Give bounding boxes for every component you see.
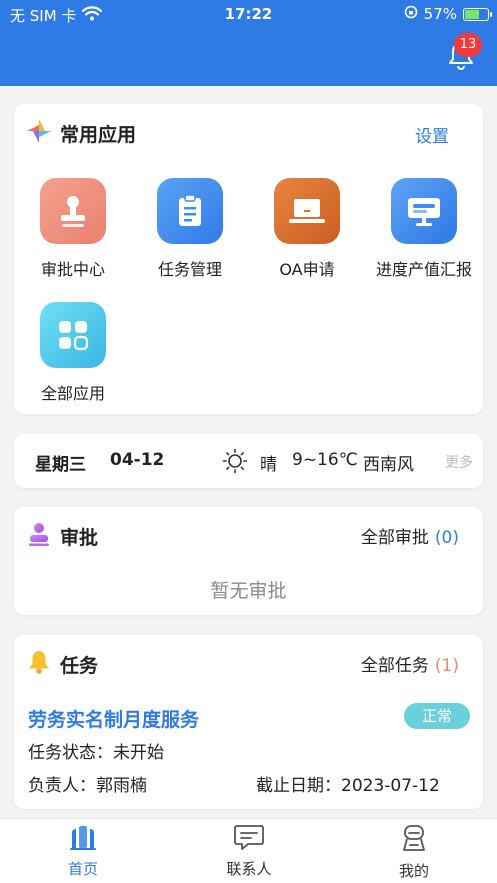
tab-label: 首页 xyxy=(67,860,98,878)
battery-icon xyxy=(463,7,492,21)
tab-label: 联系人 xyxy=(226,860,272,878)
building-icon xyxy=(68,826,98,855)
stamp-icon xyxy=(40,178,106,244)
weather-more-link[interactable]: 更多 xyxy=(445,452,473,472)
task-state-badge: 正常 xyxy=(404,703,470,729)
all-tasks-label: 全部任务 xyxy=(360,656,429,676)
app-task-management[interactable]: 任务管理 xyxy=(131,178,249,280)
grid-icon xyxy=(40,302,106,368)
notification-badge: 13 xyxy=(454,33,482,57)
weekday-text: 星期三 xyxy=(35,455,86,475)
sun-icon xyxy=(222,448,248,478)
approval-card: 审批 全部审批 (0) 暂无审批 xyxy=(14,507,483,615)
clipboard-icon xyxy=(157,178,223,244)
common-apps-card: 常用应用 设置 审批中心 任务管理 OA申请 进度产值汇报 全部应用 xyxy=(14,104,483,414)
robot-icon xyxy=(399,825,429,857)
tab-contacts[interactable]: 联系人 xyxy=(189,823,309,879)
bottom-tab-bar: 首页 联系人 我的 xyxy=(0,818,497,883)
approval-count: (0) xyxy=(434,528,459,548)
tab-home[interactable]: 首页 xyxy=(23,823,143,879)
app-progress-report[interactable]: 进度产值汇报 xyxy=(365,178,483,280)
monitor-icon xyxy=(391,178,457,244)
top-bar: 无 SIM 卡 17:22 57% 13 xyxy=(0,0,497,86)
app-label: 审批中心 xyxy=(40,260,105,279)
task-deadline-line: 截止日期：2023-07-12 xyxy=(256,776,440,796)
task-count: (1) xyxy=(434,656,459,676)
tab-label: 我的 xyxy=(398,862,429,880)
all-approvals-label: 全部审批 xyxy=(360,528,429,548)
all-approvals-link[interactable]: 全部审批 (0) xyxy=(361,523,459,548)
battery-percent: 57% xyxy=(423,5,457,23)
approval-empty-text: 暂无审批 xyxy=(210,580,287,602)
laptop-icon xyxy=(274,178,340,244)
all-tasks-link[interactable]: 全部任务 (1) xyxy=(361,651,459,676)
app-label: 进度产值汇报 xyxy=(375,260,472,279)
app-label: OA申请 xyxy=(279,260,335,279)
app-approval-center[interactable]: 审批中心 xyxy=(14,178,132,280)
settings-link[interactable]: 设置 xyxy=(415,122,449,147)
weather-card: 星期三 04-12 晴 9~16℃ 西南风 更多 xyxy=(14,434,483,488)
app-oa-apply[interactable]: OA申请 xyxy=(248,178,366,280)
task-item-title[interactable]: 劳务实名制月度服务 xyxy=(28,705,199,732)
app-all-apps[interactable]: 全部应用 xyxy=(14,302,132,404)
app-label: 任务管理 xyxy=(157,260,222,279)
task-owner-line: 负责人：郭雨楠 xyxy=(28,776,147,796)
user-stamp-icon xyxy=(26,521,52,551)
rotation-lock-icon xyxy=(404,5,418,23)
status-bar: 无 SIM 卡 17:22 57% xyxy=(0,0,497,30)
temperature-text: 9~16℃ xyxy=(292,450,358,470)
weather-condition: 晴 xyxy=(260,455,277,475)
task-title: 任务 xyxy=(60,654,99,677)
date-text: 04-12 xyxy=(110,450,165,470)
wind-text: 西南风 xyxy=(363,455,414,475)
colorful-logo-icon xyxy=(26,118,52,148)
task-status-line: 任务状态：未开始 xyxy=(28,743,164,763)
chat-icon xyxy=(233,825,265,855)
tab-mine[interactable]: 我的 xyxy=(354,823,474,881)
approval-title: 审批 xyxy=(60,526,99,549)
app-label: 全部应用 xyxy=(40,384,105,403)
common-apps-title: 常用应用 xyxy=(60,123,137,146)
bell-yellow-icon xyxy=(26,649,52,679)
task-card: 任务 全部任务 (1) 劳务实名制月度服务 正常 任务状态：未开始 负责人：郭雨楠… xyxy=(14,635,483,809)
